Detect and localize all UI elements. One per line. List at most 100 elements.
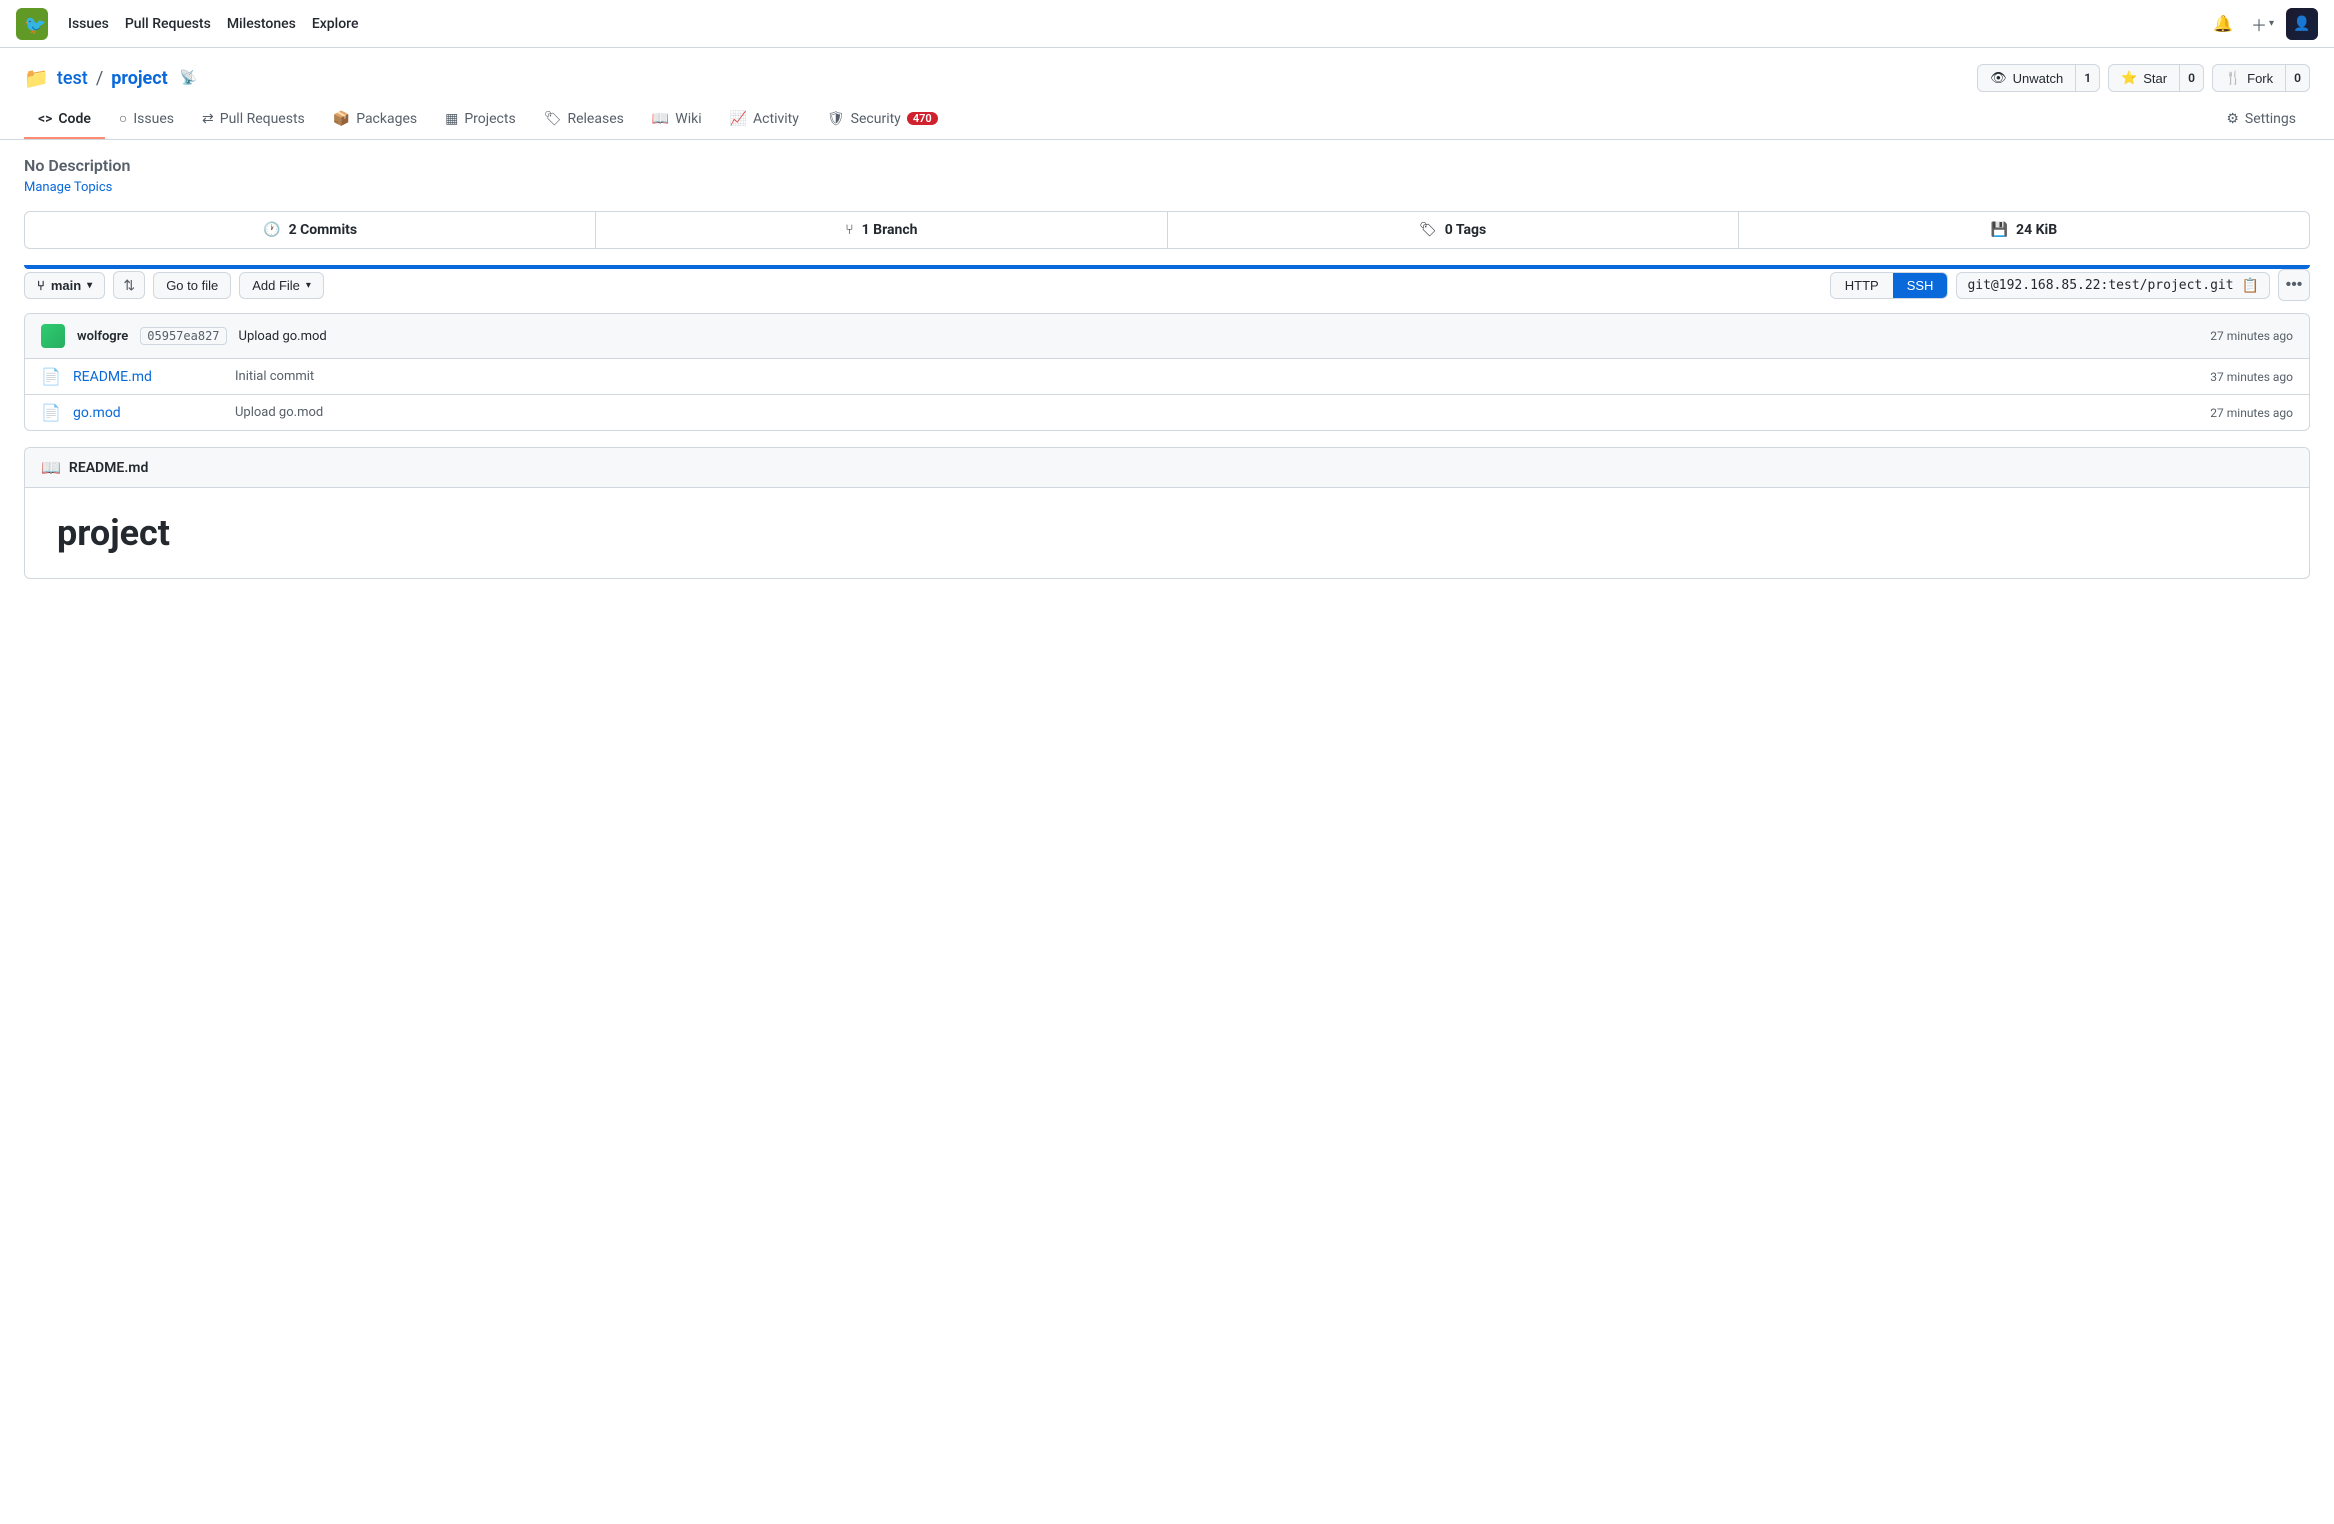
tab-issues[interactable]: ○ Issues [105,100,188,139]
tab-releases[interactable]: 🏷 Releases [530,101,638,139]
activity-icon: 📈 [730,111,747,127]
file-name[interactable]: go.mod [73,405,223,421]
notifications-button[interactable]: 🔔 [2207,8,2239,40]
ssh-button[interactable]: SSH [1893,273,1948,298]
commit-time: 27 minutes ago [2210,329,2293,343]
tab-issues-label: Issues [133,111,174,127]
star-icon: ⭐ [2121,70,2137,86]
repo-title-area: 📁 test / project 📡 [24,66,197,90]
unwatch-label: Unwatch [2013,71,2064,86]
unwatch-count[interactable]: 1 [2076,64,2100,92]
repo-content: No Description Manage Topics 🕐 2 Commits… [0,140,2334,595]
more-options-button[interactable]: ••• [2278,269,2310,301]
tags-icon: 🏷 [1419,222,1437,238]
svg-text:🐦: 🐦 [24,15,46,36]
tab-releases-label: Releases [567,111,623,127]
size-icon: 💾 [1991,222,2008,238]
tab-activity-label: Activity [753,111,799,127]
compare-icon: ⇅ [123,277,135,294]
add-file-button[interactable]: Add File ▾ [239,272,324,299]
file-time: 37 minutes ago [2210,370,2293,384]
releases-icon: 🏷 [544,111,562,127]
create-button[interactable]: ＋ ▾ [2251,12,2274,36]
size-stat[interactable]: 💾 24 KiB [1739,212,2309,248]
branches-stat[interactable]: ⑂ 1 Branch [596,212,1167,248]
tab-projects[interactable]: ▦ Projects [431,101,530,139]
repo-header: 📁 test / project 📡 👁 Unwatch 1 ⭐ Star 0 … [0,48,2334,92]
unwatch-button[interactable]: 👁 Unwatch [1977,64,2076,92]
avatar[interactable]: 👤 [2286,8,2318,40]
tab-wiki[interactable]: 📖 Wiki [638,101,716,139]
description-text: No Description [24,156,2310,175]
chevron-down-icon: ▾ [2269,18,2274,29]
commit-author-name[interactable]: wolfogre [77,329,128,344]
table-row: 📄 go.mod Upload go.mod 27 minutes ago [25,395,2309,430]
security-badge: 470 [907,112,938,125]
tab-code-label: Code [58,111,91,127]
branch-icon: ⑂ [845,222,853,238]
nav-milestones[interactable]: Milestones [227,16,296,32]
star-label: Star [2143,71,2167,86]
settings-icon: ⚙ [2226,111,2239,127]
eye-icon: 👁 [1990,70,2007,86]
tab-activity[interactable]: 📈 Activity [716,101,813,139]
repo-description: No Description [24,156,2310,175]
tags-stat[interactable]: 🏷 0 Tags [1168,212,1739,248]
add-file-label: Add File [252,278,300,293]
http-button[interactable]: HTTP [1831,273,1893,298]
wiki-icon: 📖 [652,111,669,127]
fork-button[interactable]: 🍴 Fork [2212,64,2286,92]
fork-count[interactable]: 0 [2286,64,2310,92]
branch-selector[interactable]: ⑂ main ▾ [24,272,105,299]
commits-stat[interactable]: 🕐 2 Commits [25,212,596,248]
ellipsis-icon: ••• [2286,276,2303,294]
manage-topics[interactable]: Manage Topics [24,179,2310,195]
repo-separator: / [96,68,103,89]
fork-group: 🍴 Fork 0 [2212,64,2310,92]
file-name[interactable]: README.md [73,369,223,385]
tab-packages-label: Packages [356,111,417,127]
pr-icon: ⇄ [202,111,214,127]
commits-icon: 🕐 [263,222,280,238]
chevron-down-icon: ▾ [87,280,92,291]
tab-security[interactable]: 🛡 Security 470 [813,101,952,139]
copy-icon: 📋 [2242,277,2259,293]
file-icon: 📄 [41,367,61,386]
logo[interactable]: 🐦 [16,8,48,40]
nav-explore[interactable]: Explore [312,16,359,32]
compare-button[interactable]: ⇅ [113,271,145,299]
copy-url-button[interactable]: 📋 [2242,277,2259,294]
file-commit-message[interactable]: Initial commit [235,369,2198,384]
feed-icon[interactable]: 📡 [180,70,197,86]
tab-projects-label: Projects [464,111,515,127]
branch-icon: ⑂ [37,278,45,293]
readme-project-title: project [57,512,2277,554]
star-button[interactable]: ⭐ Star [2108,64,2180,92]
repo-owner[interactable]: test [57,68,88,89]
nav-issues[interactable]: Issues [68,16,109,32]
unwatch-group: 👁 Unwatch 1 [1977,64,2100,92]
tab-settings[interactable]: ⚙ Settings [2212,101,2310,139]
nav-pull-requests[interactable]: Pull Requests [125,16,211,32]
tab-pr-label: Pull Requests [220,111,305,127]
fork-label: Fork [2247,71,2273,86]
chevron-down-icon: ▾ [306,280,311,291]
tab-pull-requests[interactable]: ⇄ Pull Requests [188,101,319,139]
go-to-file-button[interactable]: Go to file [153,272,231,299]
tags-label: 0 Tags [1445,222,1486,238]
commit-author-avatar[interactable] [41,324,65,348]
manage-topics-link[interactable]: Manage Topics [24,180,112,195]
language-progress-bar [24,265,2310,269]
code-icon: <> [38,111,52,127]
star-count[interactable]: 0 [2180,64,2204,92]
top-nav: 🐦 Issues Pull Requests Milestones Explor… [0,0,2334,48]
tab-packages[interactable]: 📦 Packages [319,101,431,139]
branch-right: HTTP SSH git@192.168.85.22:test/project.… [1830,269,2310,301]
book-icon: 📖 [41,458,61,477]
branch-bar: ⑂ main ▾ ⇅ Go to file Add File ▾ HTTP SS… [24,269,2310,301]
file-commit-message[interactable]: Upload go.mod [235,405,2198,420]
tab-code[interactable]: <> Code [24,101,105,139]
commit-hash[interactable]: 05957ea827 [140,327,226,345]
clone-toggle: HTTP SSH [1830,272,1949,299]
repo-name[interactable]: project [111,68,167,89]
